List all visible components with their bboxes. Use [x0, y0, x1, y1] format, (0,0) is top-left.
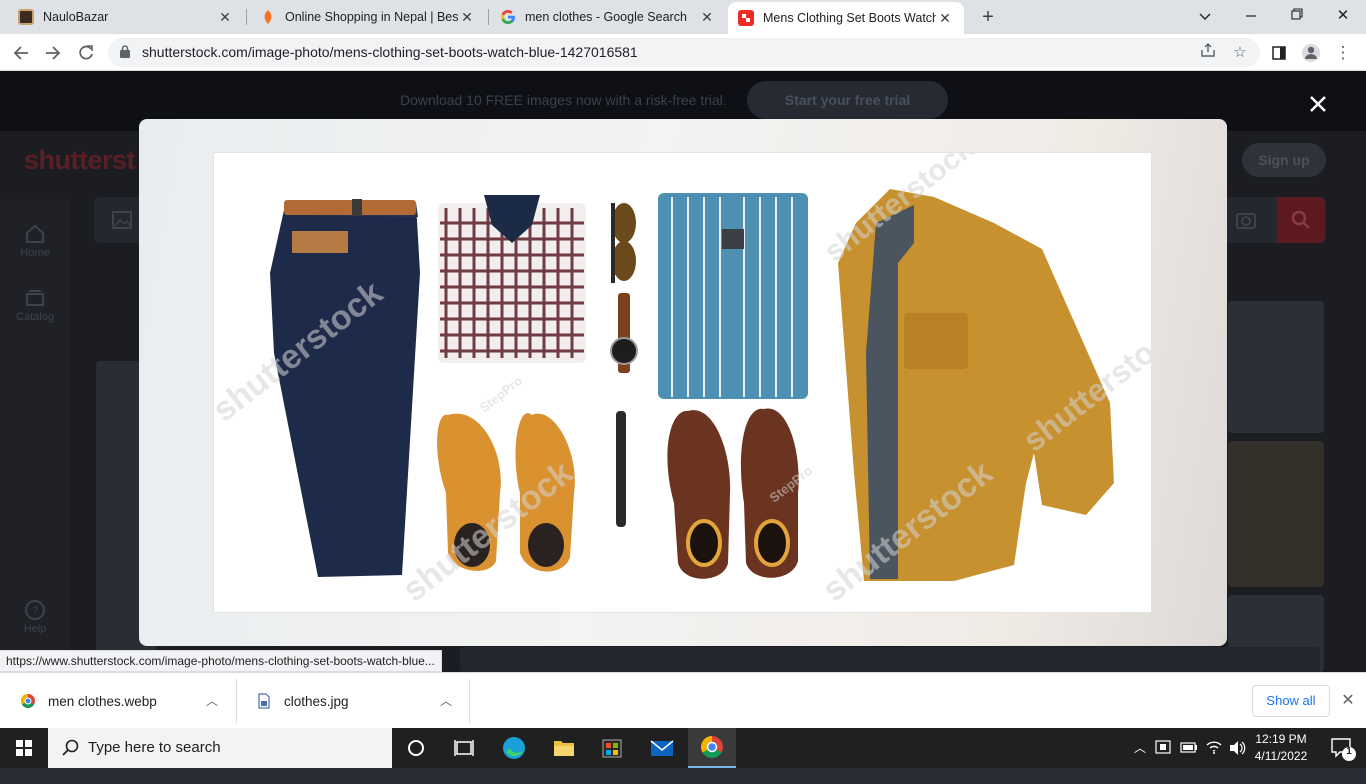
naulobazar-favicon-icon — [18, 9, 34, 25]
taskbar-search-input[interactable]: Type here to search — [48, 728, 392, 768]
sidebar-item-help[interactable]: ? Help — [0, 599, 70, 635]
profile-avatar-icon[interactable] — [1298, 40, 1324, 66]
sidebar-item-catalog[interactable]: Catalog — [0, 287, 70, 323]
promo-text: Download 10 FREE images now with a risk-… — [400, 92, 727, 108]
credit-text: StepPro — [477, 373, 526, 416]
search-placeholder: Type here to search — [88, 739, 221, 756]
result-thumbnail[interactable] — [1228, 301, 1324, 433]
forward-arrow-icon[interactable] — [40, 40, 66, 66]
restore-icon[interactable] — [1274, 0, 1320, 34]
lock-icon — [120, 45, 130, 58]
side-navigation: Home Catalog ? Help — [0, 199, 70, 672]
tab-title: Mens Clothing Set Boots Watch Blue — [763, 11, 936, 25]
sidebar-item-label: Help — [23, 623, 47, 635]
tab-naulobazar[interactable]: NauloBazar ✕ — [8, 0, 244, 34]
tab-separator — [488, 9, 489, 25]
image-search-icon[interactable] — [112, 211, 132, 229]
free-trial-button[interactable]: Start your free trial — [747, 81, 948, 119]
help-icon: ? — [25, 600, 45, 620]
windows-start-icon[interactable] — [0, 728, 48, 768]
battery-icon[interactable] — [1178, 728, 1200, 768]
reload-icon[interactable] — [73, 40, 99, 66]
menu-kebab-icon[interactable]: ⋮ — [1330, 40, 1356, 66]
cortana-icon[interactable] — [392, 728, 440, 768]
system-clock[interactable]: 12:19 PM 4/11/2022 — [1246, 731, 1316, 765]
url-text[interactable]: shutterstock.com/image-photo/mens-clothi… — [142, 38, 638, 67]
side-panel-icon[interactable] — [1266, 40, 1292, 66]
tab-title: Online Shopping in Nepal | Best Price — [285, 10, 458, 24]
sign-up-button[interactable]: Sign up — [1242, 143, 1326, 177]
minimize-icon[interactable] — [1228, 0, 1274, 34]
download-filename: clothes.jpg — [284, 693, 349, 709]
tray-chevron-icon[interactable]: ︿ — [1130, 728, 1150, 768]
show-all-downloads-button[interactable]: Show all — [1252, 685, 1330, 717]
browser-toolbar: shutterstock.com/image-photo/mens-clothi… — [0, 34, 1366, 71]
mens-clothing-flatlay-image: shutterstock shutterstock shutterstock s… — [214, 153, 1151, 609]
svg-text:?: ? — [32, 605, 38, 617]
search-icon — [62, 739, 79, 756]
chevron-up-icon[interactable]: ︿ — [204, 693, 220, 709]
clock-date: 4/11/2022 — [1254, 749, 1308, 763]
divider — [236, 679, 237, 723]
camera-search-icon[interactable] — [1236, 209, 1258, 229]
tab-google-search[interactable]: men clothes - Google Search ✕ — [490, 0, 726, 34]
download-item[interactable]: men clothes.webp ︿ — [20, 673, 234, 729]
bookmark-star-icon[interactable]: ☆ — [1229, 42, 1251, 64]
catalog-icon — [26, 290, 44, 306]
sidebar-item-label: Catalog — [16, 311, 54, 323]
chevron-up-icon[interactable]: ︿ — [438, 693, 454, 709]
wifi-icon[interactable] — [1203, 728, 1225, 768]
share-icon[interactable] — [1197, 42, 1219, 64]
search-button[interactable] — [1277, 197, 1325, 243]
tab-close-icon[interactable]: ✕ — [936, 9, 954, 27]
security-tray-icon[interactable] — [1152, 728, 1174, 768]
download-shelf: men clothes.webp ︿ clothes.jpg ︿ Show al… — [0, 672, 1366, 728]
tab-shutterstock[interactable]: Mens Clothing Set Boots Watch Blue ✕ — [728, 2, 964, 34]
task-view-icon[interactable] — [440, 728, 488, 768]
daraz-favicon-icon — [260, 9, 276, 25]
image-file-icon — [258, 693, 270, 709]
notification-count-badge: 1 — [1346, 746, 1352, 757]
close-window-icon[interactable]: ✕ — [1320, 0, 1366, 34]
shutterstock-logo[interactable]: shutterst — [24, 145, 136, 176]
close-modal-icon[interactable] — [1306, 92, 1330, 116]
volume-icon[interactable] — [1226, 728, 1248, 768]
sidebar-item-home[interactable]: Home — [0, 223, 70, 259]
home-icon — [26, 224, 44, 243]
tab-online-shopping[interactable]: Online Shopping in Nepal | Best Price ✕ — [250, 0, 486, 34]
tab-close-icon[interactable]: ✕ — [216, 8, 234, 26]
edge-browser-icon[interactable] — [490, 728, 538, 768]
windows-taskbar: Type here to search ︿ 12:19 PM 4/11/2022… — [0, 728, 1366, 768]
clock-time: 12:19 PM — [1255, 732, 1307, 746]
image-preview-modal: shutterstock shutterstock shutterstock s… — [139, 119, 1227, 646]
tab-close-icon[interactable]: ✕ — [458, 8, 476, 26]
file-explorer-icon[interactable] — [540, 728, 588, 768]
google-favicon-icon — [500, 9, 516, 25]
tab-search-chevron-icon[interactable] — [1182, 0, 1228, 34]
divider — [469, 679, 470, 723]
result-thumbnail-strip — [460, 647, 1320, 672]
download-filename: men clothes.webp — [48, 693, 157, 709]
mail-icon[interactable] — [638, 728, 686, 768]
notification-center-icon[interactable]: 1 — [1322, 728, 1362, 768]
shutterstock-favicon-icon — [738, 10, 754, 26]
back-arrow-icon[interactable] — [8, 40, 34, 66]
tab-separator — [246, 9, 247, 25]
tab-title: men clothes - Google Search — [525, 10, 687, 24]
close-shelf-icon[interactable]: ✕ — [1338, 691, 1358, 711]
chrome-file-icon — [21, 694, 35, 708]
chrome-taskbar-icon[interactable] — [688, 728, 736, 768]
download-item[interactable]: clothes.jpg ︿ — [256, 673, 468, 729]
preview-photo: shutterstock shutterstock shutterstock s… — [213, 152, 1152, 613]
sidebar-item-label: Home — [20, 247, 50, 259]
address-bar[interactable]: shutterstock.com/image-photo/mens-clothi… — [108, 38, 1260, 67]
new-tab-plus-icon[interactable]: + — [976, 5, 1000, 29]
tab-strip: NauloBazar ✕ Online Shopping in Nepal | … — [0, 0, 1366, 34]
microsoft-store-icon[interactable] — [588, 728, 636, 768]
tab-close-icon[interactable]: ✕ — [698, 8, 716, 26]
search-icon — [1291, 210, 1310, 229]
status-url-bubble: https://www.shutterstock.com/image-photo… — [0, 650, 442, 672]
result-thumbnail[interactable] — [1228, 441, 1324, 587]
tab-title: NauloBazar — [43, 10, 109, 24]
